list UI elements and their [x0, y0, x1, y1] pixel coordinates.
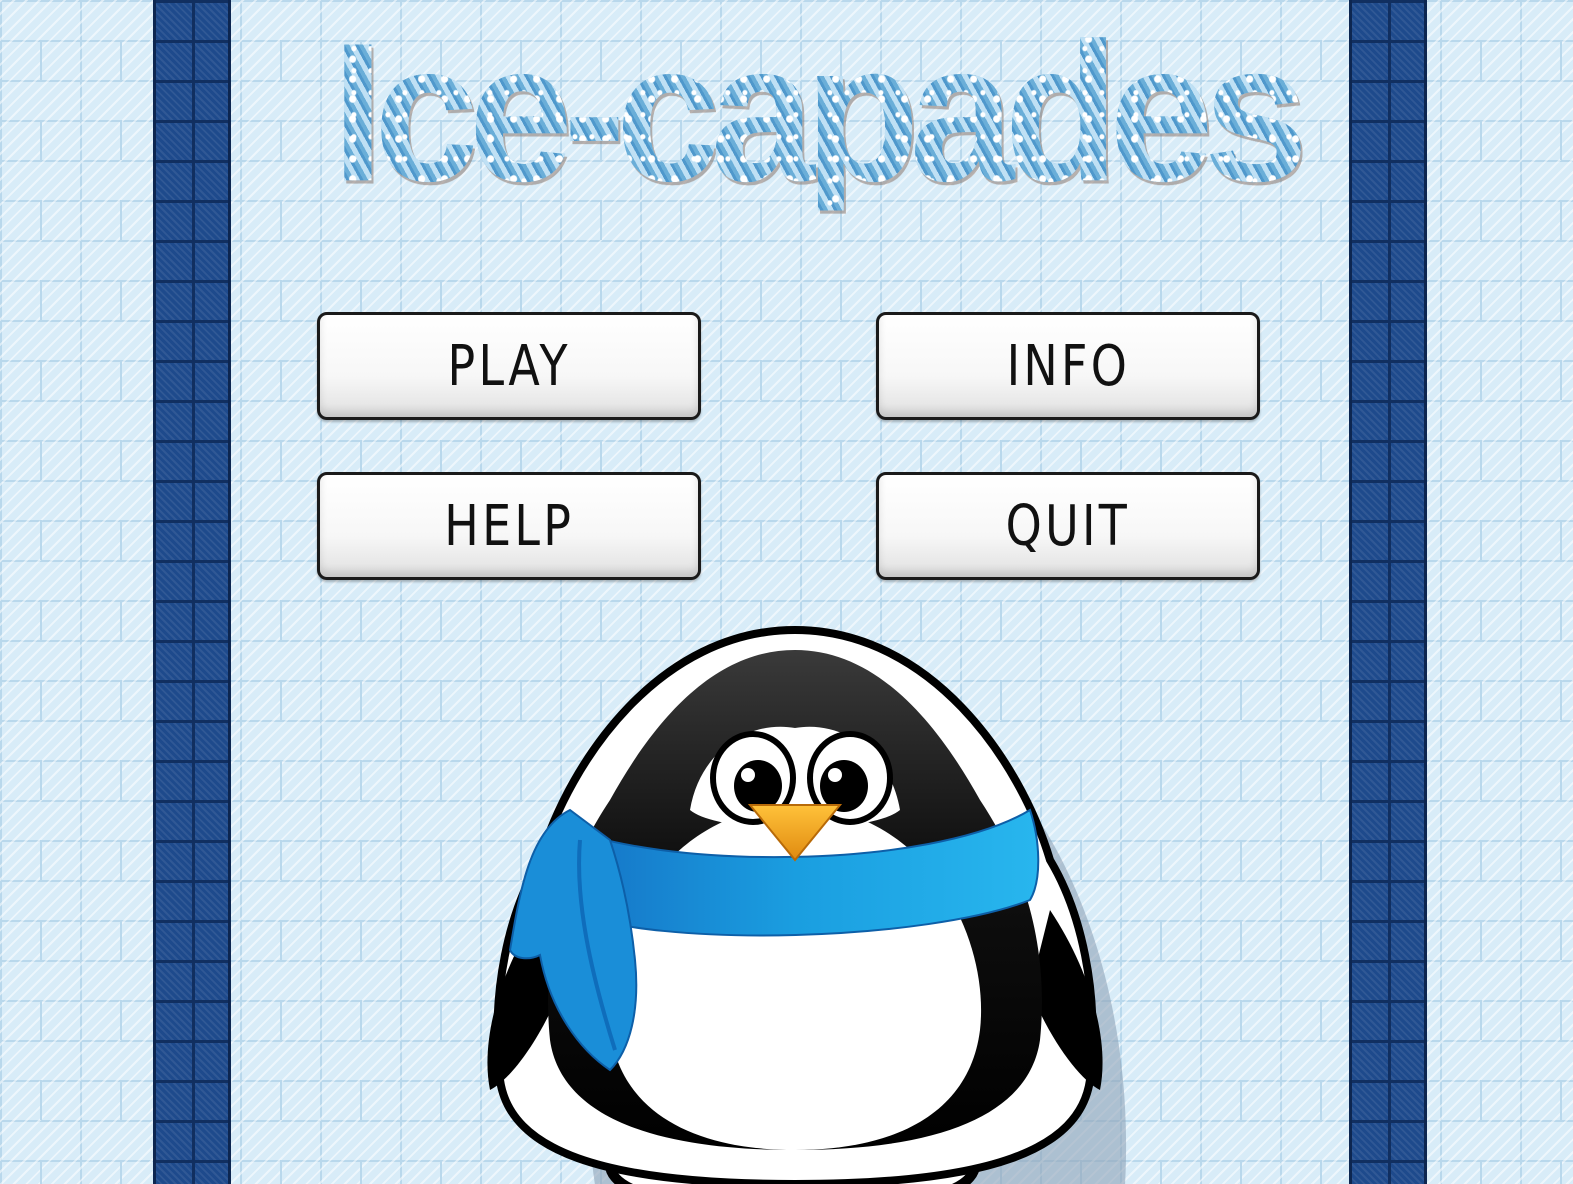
- info-button[interactable]: INFO: [876, 312, 1260, 420]
- right-blue-pillar: [1349, 0, 1427, 1184]
- penguin-mascot-icon: [487, 625, 1127, 1184]
- left-blue-pillar: [153, 0, 231, 1184]
- play-button-label: PLAY: [447, 333, 571, 399]
- play-button[interactable]: PLAY: [317, 312, 701, 420]
- quit-button-label: QUIT: [1005, 493, 1131, 559]
- help-button[interactable]: HELP: [317, 472, 701, 580]
- info-button-label: INFO: [1006, 333, 1130, 399]
- help-button-label: HELP: [444, 493, 574, 559]
- quit-button[interactable]: QUIT: [876, 472, 1260, 580]
- main-menu-screen: Ice-capades PLAY INFO HELP QUIT: [0, 0, 1573, 1184]
- game-title: Ice-capades: [325, 13, 1305, 211]
